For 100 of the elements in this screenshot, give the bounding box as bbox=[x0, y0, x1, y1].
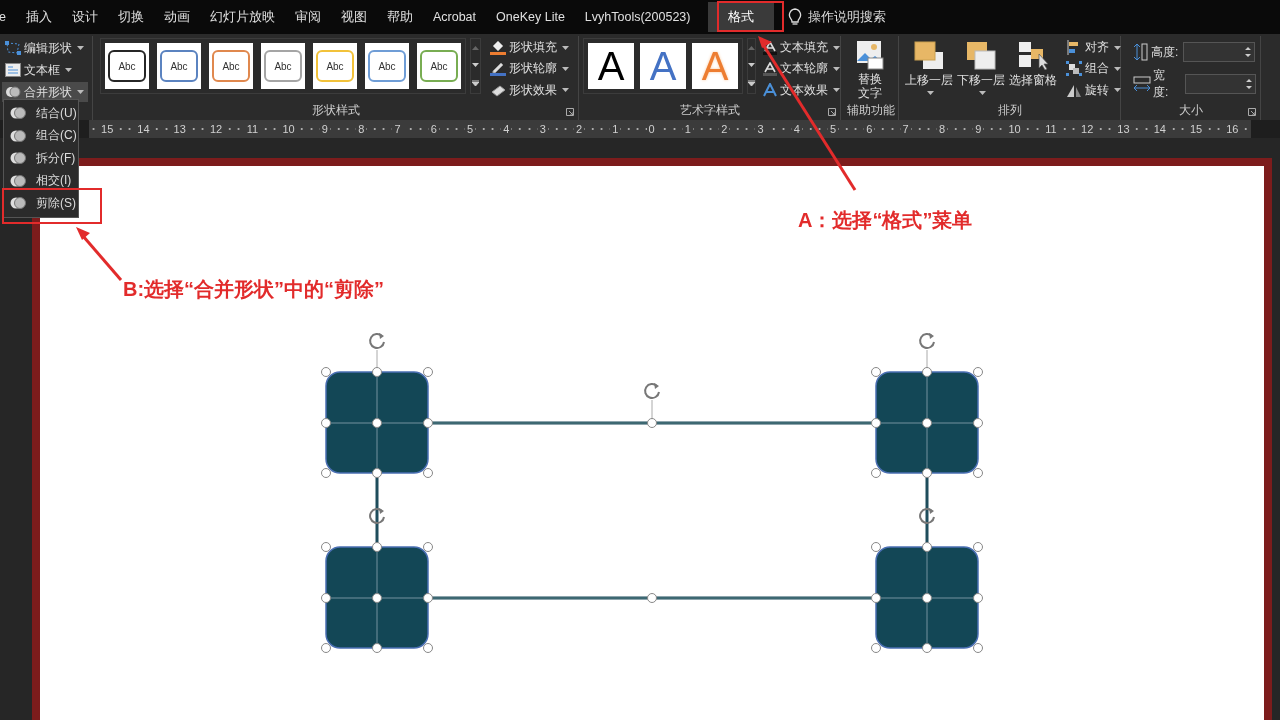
ribbon-tab[interactable]: 切换 bbox=[107, 2, 154, 32]
ribbon-tab[interactable]: 动画 bbox=[153, 2, 200, 32]
ribbon-tab[interactable]: e bbox=[0, 2, 16, 32]
style-swatch: Abc bbox=[160, 50, 198, 82]
input-field[interactable] bbox=[1184, 74, 1256, 94]
textbox-icon bbox=[5, 63, 21, 77]
ribbon-tab[interactable]: 帮助 bbox=[376, 2, 423, 32]
shape-style-preset[interactable]: Abc bbox=[417, 43, 461, 89]
menu-item[interactable]: 剪除(S) bbox=[4, 192, 78, 215]
ruler-number: 10 bbox=[280, 123, 297, 135]
scroll-up-icon bbox=[472, 45, 479, 50]
input-field[interactable] bbox=[1183, 42, 1256, 62]
ribbon-tab[interactable]: Acrobat bbox=[422, 2, 487, 32]
pen-icon bbox=[490, 61, 506, 77]
menu-item[interactable]: 相交(I) bbox=[4, 169, 78, 192]
wordart-preset[interactable]: A bbox=[640, 43, 686, 89]
menu-item[interactable]: 组合(C) bbox=[4, 124, 78, 147]
ruler-number: 6 bbox=[864, 123, 875, 135]
shape-style-preset[interactable]: Abc bbox=[209, 43, 253, 89]
ribbon-tab[interactable]: 视图 bbox=[330, 2, 377, 32]
ruler-number: 7 bbox=[392, 123, 403, 135]
ribbon-command[interactable]: 形状填充 bbox=[487, 37, 572, 58]
ruler-number: 13 bbox=[1115, 123, 1132, 135]
ruler-number: 12 bbox=[207, 123, 225, 135]
ribbon-button[interactable]: 选择窗格 bbox=[1007, 36, 1059, 102]
dialog-launcher-icon bbox=[1248, 108, 1256, 116]
ruler-number: 8 bbox=[356, 123, 367, 135]
menu-item[interactable]: 结合(U) bbox=[4, 102, 78, 125]
merge-shapes-icon bbox=[5, 85, 21, 99]
shape-style-preset[interactable]: Abc bbox=[105, 43, 149, 89]
caret-icon bbox=[833, 45, 840, 50]
group-label: 艺术字样式 bbox=[678, 102, 741, 119]
ribbon-button[interactable]: 上移一层 bbox=[903, 36, 955, 102]
alt-text-button[interactable]: 替换文字 bbox=[853, 36, 886, 102]
caret-icon bbox=[562, 67, 569, 71]
ribbon-command[interactable]: 文本轮廓 bbox=[760, 59, 843, 79]
ribbon-command[interactable]: 合并形状 bbox=[2, 82, 88, 102]
menu-item[interactable]: 拆分(F) bbox=[4, 147, 78, 170]
ribbon-command[interactable]: 对齐 bbox=[1063, 37, 1124, 58]
bring-forward-icon bbox=[913, 40, 945, 70]
ruler-number: 11 bbox=[1043, 123, 1059, 135]
rotate-icon bbox=[1066, 83, 1082, 98]
caret-icon bbox=[1114, 88, 1121, 93]
ribbon-command[interactable]: 形状效果 bbox=[487, 80, 572, 101]
scroll-down-icon bbox=[472, 63, 479, 67]
dialog-launcher-icon bbox=[828, 108, 836, 116]
caret-icon bbox=[562, 88, 569, 93]
style-swatch: Abc bbox=[108, 50, 146, 82]
caret-icon bbox=[833, 67, 840, 71]
ribbon-tab[interactable]: 幻灯片放映 bbox=[199, 2, 285, 32]
style-swatch: Abc bbox=[264, 50, 302, 82]
shape-style-preset[interactable]: Abc bbox=[313, 43, 357, 89]
ruler-number: 9 bbox=[319, 123, 330, 135]
text-outline-icon bbox=[763, 62, 777, 76]
pointer-arrow bbox=[76, 227, 123, 281]
group-label: 排列 bbox=[996, 102, 1023, 119]
caret-icon bbox=[562, 45, 569, 50]
overlapping-circles-icon bbox=[10, 151, 26, 166]
ribbon-tab[interactable]: OneKey Lite bbox=[486, 2, 575, 32]
ribbon-command[interactable]: 形状轮廓 bbox=[487, 59, 572, 79]
text-effect-icon bbox=[763, 83, 777, 98]
ruler-number: 9 bbox=[973, 123, 984, 135]
ribbon-tab[interactable]: LvyhTools(200523) bbox=[574, 2, 701, 32]
shape-style-preset[interactable]: Abc bbox=[261, 43, 305, 89]
wordart-preset[interactable]: A bbox=[588, 43, 634, 89]
ruler-number: 13 bbox=[171, 123, 188, 135]
ribbon-command[interactable]: 编辑形状 bbox=[2, 38, 88, 58]
ruler-number: 2 bbox=[719, 123, 730, 135]
ruler-number: 5 bbox=[828, 123, 839, 135]
ribbon-tab[interactable]: 审阅 bbox=[284, 2, 331, 32]
caret-icon bbox=[833, 88, 840, 93]
ribbon-tab[interactable]: 插入 bbox=[15, 2, 62, 32]
shape-style-preset[interactable]: Abc bbox=[365, 43, 409, 89]
lightbulb-icon bbox=[788, 8, 803, 26]
ruler-number: 10 bbox=[1006, 123, 1023, 135]
style-swatch: Abc bbox=[368, 50, 406, 82]
ruler-number: 15 bbox=[1187, 123, 1205, 135]
ribbon-command[interactable]: 文本框 bbox=[2, 60, 88, 80]
picture-icon bbox=[855, 40, 884, 70]
ribbon-command[interactable]: 组合 bbox=[1063, 59, 1124, 79]
caret-icon bbox=[65, 68, 72, 72]
shape-style-preset[interactable]: Abc bbox=[157, 43, 201, 89]
ribbon-command[interactable]: 文本填充 bbox=[760, 37, 843, 58]
ruler-number: 3 bbox=[537, 123, 548, 135]
ribbon-tab[interactable]: 设计 bbox=[61, 2, 108, 32]
scroll-down-icon bbox=[748, 63, 755, 67]
tell-me-search[interactable]: 操作说明搜索 bbox=[808, 8, 887, 26]
effects-icon bbox=[490, 83, 506, 98]
spinner-icon bbox=[1245, 46, 1252, 58]
caret-icon bbox=[1114, 45, 1121, 50]
ruler-number: 12 bbox=[1079, 123, 1096, 135]
ruler-number: 8 bbox=[936, 123, 948, 135]
group-label: 大小 bbox=[1177, 102, 1204, 119]
highlight-frame bbox=[717, 1, 784, 32]
ribbon-button[interactable]: 下移一层 bbox=[955, 36, 1007, 102]
dialog-launcher-icon bbox=[566, 108, 574, 116]
caret-icon bbox=[77, 90, 84, 94]
width-icon bbox=[1133, 76, 1151, 92]
ribbon-command[interactable]: 旋转 bbox=[1063, 80, 1124, 101]
overlapping-circles-icon bbox=[10, 128, 26, 143]
